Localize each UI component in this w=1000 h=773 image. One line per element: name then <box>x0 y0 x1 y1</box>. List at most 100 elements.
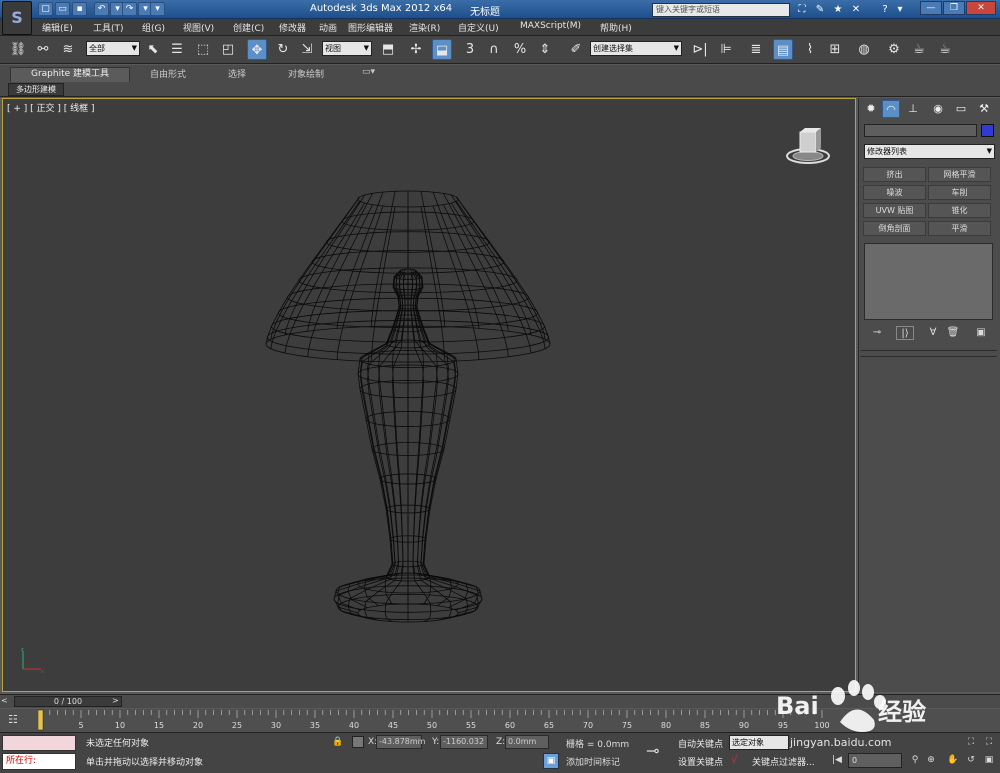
time-indicator[interactable] <box>38 709 44 731</box>
menu-maxscript[interactable]: MAXScript(M) <box>520 21 581 31</box>
viewport-label[interactable]: [ + ] [ 正交 ] [ 线框 ] <box>7 101 95 114</box>
key-filter-icon[interactable]: √ <box>731 753 738 766</box>
object-color-swatch[interactable] <box>981 124 994 137</box>
object-name-field[interactable] <box>864 124 977 137</box>
select-move-icon[interactable]: ✥ <box>247 39 267 60</box>
current-frame-field[interactable]: 0 <box>848 753 902 768</box>
selection-filter-dropdown[interactable]: 全部 ▼ <box>86 41 140 56</box>
menu-views[interactable]: 视图(V) <box>183 21 214 34</box>
zoom-icon[interactable]: ⊕ <box>924 753 938 767</box>
orbit-icon[interactable]: ↺ <box>964 753 978 767</box>
menu-modifiers[interactable]: 修改器 <box>279 21 306 34</box>
polygon-modeling-panel[interactable]: 多边形建模 <box>8 83 64 96</box>
select-manipulate-icon[interactable]: ✢ <box>406 39 426 60</box>
modifier-bevel-profile-button[interactable]: 倒角剖面 <box>863 221 926 236</box>
modifier-lathe-button[interactable]: 车削 <box>928 185 991 200</box>
tab-selection[interactable]: 选择 <box>228 67 246 80</box>
minimize-button[interactable]: — <box>920 1 942 15</box>
modifier-stack-list[interactable] <box>864 243 993 320</box>
search-input[interactable]: 键入关键字或短语 <box>652 3 790 17</box>
schematic-view-icon[interactable]: ⊞ <box>825 39 845 60</box>
absolute-mode-icon[interactable] <box>352 736 364 748</box>
spinner-snap-icon[interactable]: ⇕ <box>535 39 555 60</box>
configure-sets-icon[interactable]: ▣ <box>972 326 990 340</box>
modifier-extrude-button[interactable]: 挤出 <box>863 167 926 182</box>
make-unique-icon[interactable]: ∀ <box>924 326 942 340</box>
pivot-center-icon[interactable]: ⬒ <box>378 39 398 60</box>
undo-icon[interactable]: ↶ <box>94 2 109 16</box>
ribbon-options-icon[interactable]: ▭▾ <box>362 67 375 77</box>
link-icon[interactable]: ⛓ <box>8 39 28 60</box>
time-prev-icon[interactable]: < <box>1 696 8 705</box>
star-icon[interactable]: ★ <box>831 3 845 16</box>
maximize-viewport-icon[interactable]: ▣ <box>982 753 996 767</box>
menu-group[interactable]: 组(G) <box>142 21 165 34</box>
hierarchy-tab-icon[interactable]: ⊥ <box>904 100 922 118</box>
mini-curve-editor-icon[interactable]: ☷ <box>8 713 18 726</box>
y-coordinate-field[interactable]: -1160.032 <box>440 735 488 749</box>
modifier-list-dropdown[interactable]: 修改器列表 ▼ <box>864 144 995 159</box>
modifier-smooth-button[interactable]: 平滑 <box>928 221 991 236</box>
display-tab-icon[interactable]: ▭ <box>952 100 970 118</box>
graphite-toggle-icon[interactable]: ▤ <box>773 39 793 60</box>
quick-access-more-icon[interactable]: ▾ <box>150 2 165 16</box>
viewcube-icon[interactable] <box>783 124 833 170</box>
menu-graph-editors[interactable]: 图形编辑器 <box>348 21 393 34</box>
time-next-icon[interactable]: > <box>112 696 119 705</box>
x-coordinate-field[interactable]: -43.878mm <box>376 735 425 749</box>
rect-selection-icon[interactable]: ⬚ <box>193 39 213 60</box>
tab-graphite-modeling[interactable]: Graphite 建模工具 <box>10 67 130 82</box>
save-file-icon[interactable]: ▪ <box>72 2 87 16</box>
keyboard-shortcut-icon[interactable]: ⬓ <box>432 39 452 60</box>
modifier-meshsmooth-button[interactable]: 网格平滑 <box>928 167 991 182</box>
tools-icon[interactable]: ✎ <box>813 3 827 16</box>
modifier-uvw-map-button[interactable]: UVW 贴图 <box>863 203 926 218</box>
menu-customize[interactable]: 自定义(U) <box>458 21 499 34</box>
unlink-icon[interactable]: ⚯ <box>33 39 53 60</box>
menu-edit[interactable]: 编辑(E) <box>42 21 73 34</box>
time-config-icon[interactable]: ⚲ <box>908 753 922 767</box>
align-icon[interactable]: ⊫ <box>716 39 736 60</box>
show-end-result-icon[interactable]: |⟩ <box>896 326 914 340</box>
angle-snap-icon[interactable]: ∩ <box>484 39 504 60</box>
pan-icon[interactable]: ✋ <box>946 753 960 767</box>
time-tag-icon[interactable]: ▣ <box>543 753 559 769</box>
material-editor-icon[interactable]: ◍ <box>854 39 874 60</box>
curve-editor-icon[interactable]: ⌇ <box>800 39 820 60</box>
render-setup-icon[interactable]: ⚙ <box>884 39 904 60</box>
modify-tab-icon[interactable]: ◠ <box>882 100 900 118</box>
modifier-taper-button[interactable]: 锥化 <box>928 203 991 218</box>
maxscript-mini-listener[interactable]: 所在行: <box>2 753 76 770</box>
key-icon[interactable]: ⊸ <box>646 741 659 760</box>
z-coordinate-field[interactable]: 0.0mm <box>505 735 549 749</box>
bind-spacewarp-icon[interactable]: ≋ <box>58 39 78 60</box>
new-file-icon[interactable]: ▢ <box>38 2 53 16</box>
modifier-noise-button[interactable]: 噪波 <box>863 185 926 200</box>
add-time-tag-button[interactable]: 添加时间标记 <box>566 755 620 768</box>
mirror-icon[interactable]: ⊳| <box>690 39 710 60</box>
time-slider-thumb[interactable]: 0 / 100 <box>14 696 122 707</box>
tab-object-paint[interactable]: 对象绘制 <box>288 67 324 80</box>
menu-rendering[interactable]: 渲染(R) <box>409 21 440 34</box>
help-dropdown-icon[interactable]: ▾ <box>893 3 907 16</box>
motion-tab-icon[interactable]: ◉ <box>929 100 947 118</box>
menu-create[interactable]: 创建(C) <box>233 21 264 34</box>
maxscript-listener-input[interactable] <box>2 735 76 751</box>
lock-icon[interactable]: 🔒 <box>332 737 343 747</box>
close-window-button[interactable]: ✕ <box>966 1 996 15</box>
menu-help[interactable]: 帮助(H) <box>600 21 632 34</box>
menu-animation[interactable]: 动画 <box>319 21 337 34</box>
viewport-front[interactable]: [ + ] [ 正交 ] [ 线框 ] z x <box>2 98 856 692</box>
named-selection-dropdown[interactable]: 创建选择集 ▼ <box>590 41 682 56</box>
tab-freeform[interactable]: 自由形式 <box>150 67 186 80</box>
create-tab-icon[interactable]: ✹ <box>862 100 880 118</box>
reference-coord-dropdown[interactable]: 视图 ▼ <box>322 41 372 56</box>
select-object-icon[interactable]: ⬉ <box>143 39 163 60</box>
rendered-frame-icon[interactable]: ☕ <box>909 39 929 60</box>
redo-icon[interactable]: ↷ <box>122 2 137 16</box>
select-rotate-icon[interactable]: ↻ <box>273 39 293 60</box>
layer-manager-icon[interactable]: ≣ <box>746 39 766 60</box>
pin-stack-icon[interactable]: ⊸ <box>868 326 886 340</box>
window-crossing-icon[interactable]: ◰ <box>218 39 238 60</box>
help-icon[interactable]: ? <box>878 3 892 16</box>
